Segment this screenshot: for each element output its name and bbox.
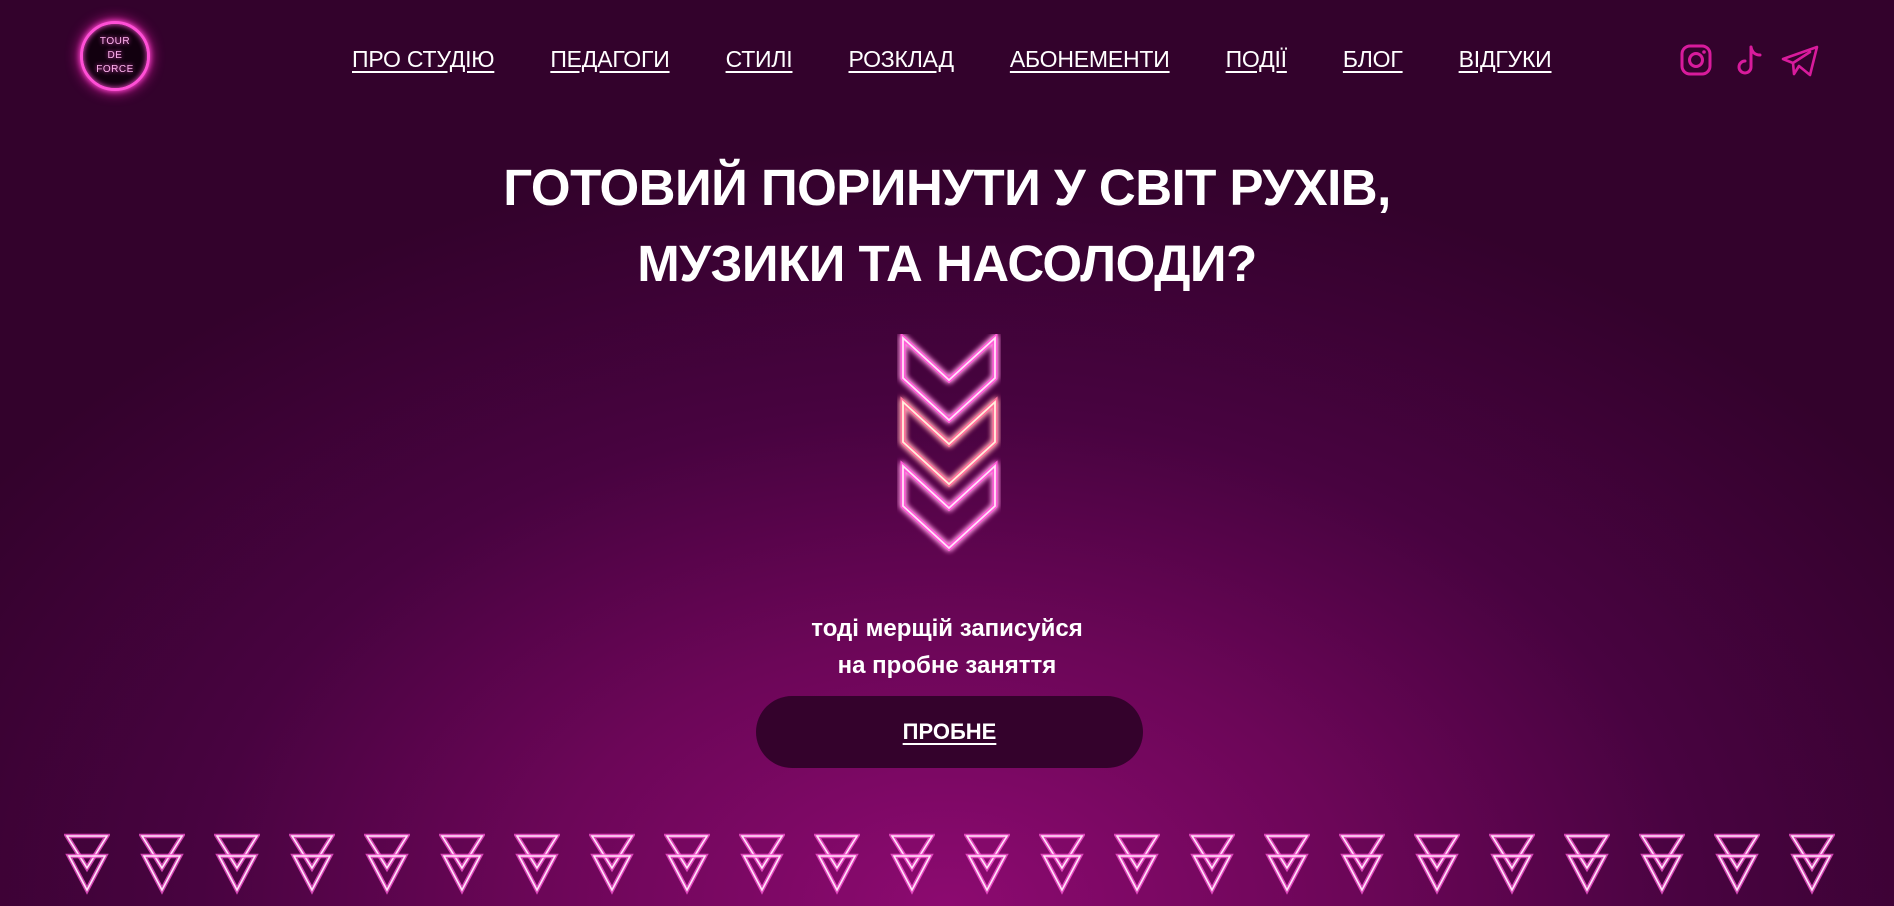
double-triangle-down-icon xyxy=(589,833,635,895)
double-triangle-down-icon xyxy=(1264,833,1310,895)
nav-passes[interactable]: АБОНЕМЕНТИ xyxy=(1010,46,1170,73)
double-triangle-down-icon xyxy=(1564,833,1610,895)
trial-lesson-button[interactable]: ПРОБНЕ xyxy=(756,696,1143,768)
hero-title-line-1: ГОТОВИЙ ПОРИНУТИ У СВІТ РУХІВ, xyxy=(503,159,1391,216)
double-triangle-down-icon xyxy=(664,833,710,895)
double-triangle-down-icon xyxy=(739,833,785,895)
logo-line-1: TOUR xyxy=(99,36,131,47)
double-triangle-down-icon xyxy=(814,833,860,895)
double-triangle-down-icon xyxy=(1189,833,1235,895)
double-triangle-down-icon xyxy=(214,833,260,895)
double-triangle-down-icon xyxy=(1414,833,1460,895)
hero-title-line-2: МУЗИКИ ТА НАСОЛОДИ? xyxy=(637,235,1257,292)
double-triangle-down-icon xyxy=(1789,833,1835,895)
double-triangle-down-icon xyxy=(1489,833,1535,895)
double-triangle-down-icon xyxy=(1714,833,1760,895)
double-triangle-down-icon xyxy=(514,833,560,895)
nav-events[interactable]: ПОДІЇ xyxy=(1226,46,1287,73)
double-triangle-down-icon xyxy=(139,833,185,895)
nav-schedule[interactable]: РОЗКЛАД xyxy=(848,46,954,73)
double-triangle-down-icon xyxy=(1339,833,1385,895)
hero-subtitle-line-1: тоді мерщій записуйся xyxy=(811,615,1083,642)
hero-subtitle: тоді мерщій записуйся на пробне заняття xyxy=(0,610,1894,684)
double-triangle-down-icon xyxy=(889,833,935,895)
double-triangle-down-icon xyxy=(964,833,1010,895)
telegram-icon[interactable] xyxy=(1780,44,1820,78)
double-triangle-down-icon xyxy=(364,833,410,895)
logo-text: TOUR DE FORCE xyxy=(87,35,143,77)
nav-about[interactable]: ПРО СТУДІЮ xyxy=(352,46,495,73)
logo-line-2: DE xyxy=(107,50,123,61)
hero-title: ГОТОВИЙ ПОРИНУТИ У СВІТ РУХІВ, МУЗИКИ ТА… xyxy=(0,150,1894,302)
trial-lesson-button-label: ПРОБНЕ xyxy=(902,719,997,744)
double-triangle-down-icon xyxy=(1639,833,1685,895)
nav-blog[interactable]: БЛОГ xyxy=(1343,46,1403,73)
triple-chevron-down-icon xyxy=(900,334,998,552)
double-triangle-down-icon xyxy=(64,833,110,895)
logo[interactable]: TOUR DE FORCE xyxy=(80,21,150,91)
logo-line-3: FORCE xyxy=(96,64,134,75)
double-triangle-down-icon xyxy=(289,833,335,895)
main-nav: ПРО СТУДІЮ ПЕДАГОГИ СТИЛІ РОЗКЛАД АБОНЕМ… xyxy=(352,46,1608,73)
double-triangle-down-icon xyxy=(1114,833,1160,895)
tiktok-icon[interactable] xyxy=(1734,44,1766,78)
hero-subtitle-line-2: на пробне заняття xyxy=(837,652,1057,679)
nav-styles[interactable]: СТИЛІ xyxy=(726,46,793,73)
double-triangle-down-icon xyxy=(439,833,485,895)
instagram-icon[interactable] xyxy=(1680,44,1712,76)
double-triangle-down-icon xyxy=(1039,833,1085,895)
nav-reviews[interactable]: ВІДГУКИ xyxy=(1459,46,1552,73)
nav-teachers[interactable]: ПЕДАГОГИ xyxy=(550,46,669,73)
footer-triangle-row xyxy=(0,832,1894,906)
